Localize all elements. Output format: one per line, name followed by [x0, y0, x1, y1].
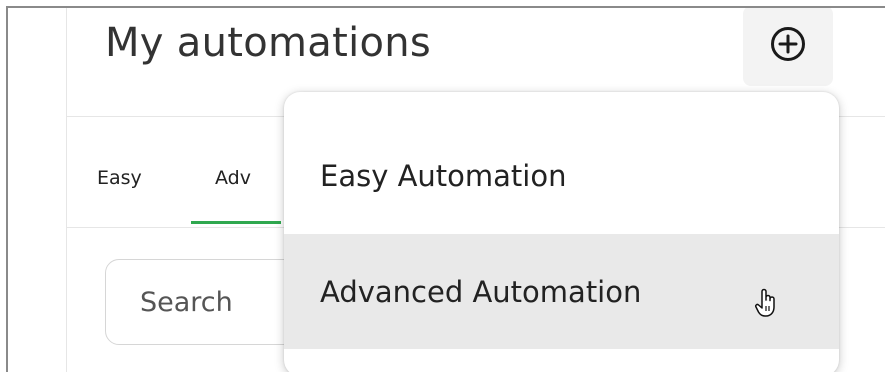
menu-item-label: Easy Automation [320, 158, 567, 193]
menu-item-easy-automation[interactable]: Easy Automation [284, 118, 839, 233]
new-automation-dropdown: Easy Automation Advanced Automation [284, 92, 839, 372]
hand-pointer-cursor-icon [755, 288, 775, 317]
tab-advanced[interactable]: Adv [215, 167, 251, 189]
page-title: My automations [105, 20, 432, 66]
menu-item-label: Advanced Automation [320, 274, 642, 309]
app-frame: My automations Easy Adv Easy Automation … [6, 6, 885, 372]
add-automation-button[interactable] [743, 8, 833, 86]
plus-circle-icon [771, 27, 805, 61]
tab-easy[interactable]: Easy [97, 167, 142, 189]
active-tab-indicator [191, 221, 281, 224]
menu-item-advanced-automation[interactable]: Advanced Automation [284, 234, 839, 349]
